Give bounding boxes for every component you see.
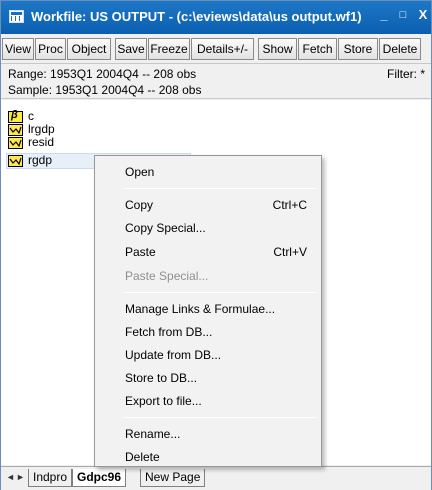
coefficient-icon [8, 109, 23, 123]
details-button[interactable]: Details+/- [191, 38, 254, 60]
title-bar[interactable]: Workfile: US OUTPUT - (c:\eviews\data\us… [1, 1, 431, 34]
menu-item-update-from-db[interactable]: Update from DB... [125, 348, 221, 362]
menu-separator [123, 417, 317, 418]
show-button[interactable]: Show [258, 38, 297, 60]
menu-item-paste[interactable]: Paste [125, 245, 156, 259]
fetch-button[interactable]: Fetch [298, 38, 337, 60]
menu-separator [123, 188, 317, 189]
object-name: rgdp [28, 153, 53, 167]
filter-text[interactable]: Filter: * [387, 67, 425, 81]
tab-scroll-right-icon[interactable]: ► [16, 472, 25, 482]
proc-button[interactable]: Proc [35, 38, 66, 60]
series-icon [8, 155, 23, 167]
series-icon [8, 137, 23, 149]
menu-separator [123, 292, 317, 293]
series-icon [8, 124, 23, 136]
delete-button[interactable]: Delete [379, 38, 421, 60]
workfile-info-panel: Range: 1953Q1 2004Q4 -- 208 obs Sample: … [1, 63, 431, 99]
object-name: c [28, 109, 34, 123]
view-button[interactable]: View [2, 38, 34, 60]
page-tab-bar: ◄ ► Indpro Gdpc96 New Page [1, 466, 431, 490]
menu-item-paste-special: Paste Special... [125, 269, 209, 283]
menu-item-open[interactable]: Open [125, 165, 154, 179]
maximize-button[interactable]: □ [396, 8, 410, 22]
menu-item-store-to-db[interactable]: Store to DB... [125, 371, 197, 385]
tab-new-page[interactable]: New Page [140, 469, 206, 487]
menu-item-rename[interactable]: Rename... [125, 427, 180, 441]
store-button[interactable]: Store [338, 38, 378, 60]
object-name: lrgdp [28, 122, 55, 136]
menu-item-fetch-from-db[interactable]: Fetch from DB... [125, 325, 212, 339]
paste-shortcut: Ctrl+V [273, 245, 307, 259]
toolbar: View Proc Object Save Freeze Details+/- … [2, 38, 431, 60]
save-button[interactable]: Save [115, 38, 147, 60]
tab-gdpc96[interactable]: Gdpc96 [72, 469, 127, 487]
copy-shortcut: Ctrl+C [272, 198, 307, 212]
tab-indpro[interactable]: Indpro [28, 469, 73, 487]
workfile-icon [9, 10, 24, 23]
menu-item-export-to-file[interactable]: Export to file... [125, 394, 202, 408]
window-title: Workfile: US OUTPUT - (c:\eviews\data\us… [31, 9, 362, 24]
object-name: resid [28, 135, 55, 149]
menu-item-copy[interactable]: Copy [125, 198, 153, 212]
sample-text[interactable]: Sample: 1953Q1 2004Q4 -- 208 obs [8, 83, 201, 97]
close-button[interactable]: X [416, 8, 430, 22]
range-text[interactable]: Range: 1953Q1 2004Q4 -- 208 obs [8, 67, 196, 81]
menu-item-copy-special[interactable]: Copy Special... [125, 221, 206, 235]
minimize-button[interactable]: _ [377, 8, 391, 22]
object-button[interactable]: Object [67, 38, 111, 60]
freeze-button[interactable]: Freeze [148, 38, 190, 60]
menu-item-manage-links[interactable]: Manage Links & Formulae... [125, 302, 275, 316]
tab-scroll-left-icon[interactable]: ◄ [6, 472, 15, 482]
menu-item-delete[interactable]: Delete [125, 450, 160, 464]
context-menu: Open Copy Ctrl+C Copy Special... Paste C… [94, 155, 322, 467]
